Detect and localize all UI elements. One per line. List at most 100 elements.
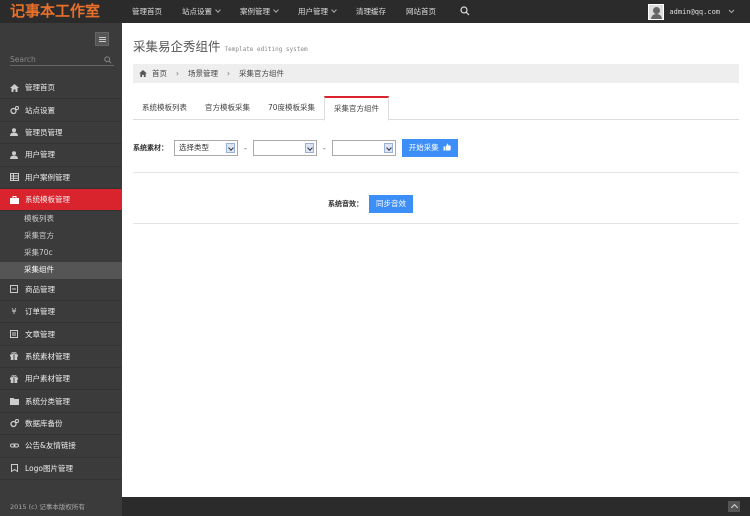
sidebar-item-system-materials[interactable]: 系统素材管理 (0, 346, 122, 369)
box-icon (9, 284, 19, 294)
topnav-item-home[interactable]: 管理首页 (122, 0, 172, 23)
separator-dash: - (322, 143, 326, 153)
app-logo[interactable]: 记事本工作室 (0, 0, 122, 23)
breadcrumb-home[interactable]: 首页 (152, 68, 167, 79)
sidebar-item-notices-links[interactable]: 公告&友情链接 (0, 435, 122, 458)
cogs-icon (9, 419, 19, 429)
bottom-bar (122, 497, 750, 516)
sidebar-submenu: 模板列表 采集官方 采集70c 采集组件 (0, 211, 122, 279)
tab-70-template-collect[interactable]: 70度模板采集 (259, 96, 324, 120)
chevron-down-icon (383, 143, 393, 153)
top-nav: 管理首页 站点设置 案例管理 用户管理 清理缓存 网站首页 (122, 0, 446, 23)
breadcrumb: 首页 › 场景管理 › 采集官方组件 (133, 64, 739, 83)
avatar (648, 3, 665, 20)
sidebar-item-label: 系统模板管理 (25, 195, 70, 205)
topnav-label: 网站首页 (406, 7, 436, 16)
sidebar-item-label: 管理首页 (25, 83, 55, 93)
topnav-label: 案例管理 (240, 7, 270, 16)
sidebar-item-label: 文章管理 (25, 329, 55, 339)
material-label: 系统素材： (133, 144, 168, 152)
category-select[interactable] (252, 140, 317, 156)
sidebar-item-dashboard[interactable]: 管理首页 (0, 77, 122, 100)
subcategory-select[interactable] (331, 140, 396, 156)
user-icon (9, 127, 19, 137)
sidebar-item-db-backup[interactable]: 数据库备份 (0, 413, 122, 436)
tab-collect-official-components[interactable]: 采集官方组件 (324, 96, 390, 121)
user-menu[interactable]: admin@qq.com (648, 0, 750, 23)
tab-system-template-list[interactable]: 系统模板列表 (133, 96, 196, 120)
folder-icon (9, 396, 19, 406)
divider (133, 172, 739, 173)
submenu-item-collect-official[interactable]: 采集官方 (0, 228, 122, 245)
sound-sync-row: 系统音效： 同步音效 (328, 195, 413, 213)
home-icon (9, 83, 19, 93)
sidebar-item-users[interactable]: 用户管理 (0, 144, 122, 167)
sidebar-item-label: 商品管理 (25, 284, 55, 294)
table-icon (9, 172, 19, 182)
user-icon (9, 150, 19, 160)
home-icon (139, 70, 147, 77)
separator-dash: - (244, 143, 247, 153)
sidebar-item-label: Logo图片管理 (25, 463, 73, 473)
chevron-down-icon (728, 9, 735, 14)
sidebar-item-label: 数据库备份 (25, 419, 63, 429)
sidebar-item-label: 系统素材管理 (25, 351, 70, 361)
sidebar-item-admins[interactable]: 管理员管理 (0, 122, 122, 145)
tab-official-template-collect[interactable]: 官方模板采集 (196, 96, 259, 120)
sidebar-item-label: 公告&友情链接 (25, 441, 76, 451)
sidebar-item-label: 订单管理 (25, 307, 55, 317)
submenu-item-collect-70c[interactable]: 采集70c (0, 245, 122, 262)
sidebar-item-logo-images[interactable]: Logo图片管理 (0, 458, 122, 481)
sidebar-item-system-categories[interactable]: 系统分类管理 (0, 390, 122, 413)
submenu-item-template-list[interactable]: 模板列表 (0, 211, 122, 228)
search-icon[interactable] (104, 56, 112, 64)
breadcrumb-scene-management[interactable]: 场景管理 (188, 68, 218, 79)
yen-icon: ¥ (11, 307, 17, 317)
copyright-footer: 2015 (c) 记事本版权所有 (10, 503, 85, 511)
submenu-item-collect-components[interactable]: 采集组件 (0, 261, 122, 279)
type-select[interactable]: 选择类型 (174, 140, 238, 156)
topnav-item-site-home[interactable]: 网站首页 (396, 0, 446, 23)
search-placeholder: Search (10, 55, 36, 64)
menu-toggle-icon[interactable] (95, 32, 109, 46)
topnav-item-site-settings[interactable]: 站点设置 (172, 0, 230, 23)
sidebar: Search 管理首页 站点设置 管理员管理 用户管理 用户案例管理 系统模板管… (0, 23, 127, 516)
sidebar-item-products[interactable]: 商品管理 (0, 279, 122, 301)
sidebar-item-orders[interactable]: ¥ 订单管理 (0, 301, 122, 324)
topnav-item-users[interactable]: 用户管理 (288, 0, 346, 23)
chevron-down-icon (331, 7, 337, 13)
sidebar-item-system-templates[interactable]: 系统模板管理 (0, 188, 127, 212)
sidebar-item-user-materials[interactable]: 用户素材管理 (0, 368, 122, 391)
chevron-down-icon (226, 143, 235, 153)
sidebar-search-input[interactable]: Search (10, 54, 114, 66)
topnav-label: 用户管理 (298, 7, 328, 16)
sidebar-item-label: 用户管理 (25, 150, 55, 160)
sidebar-item-label: 用户案例管理 (25, 172, 70, 182)
chevron-down-icon (273, 7, 279, 13)
sync-sound-button[interactable]: 同步音效 (369, 195, 413, 213)
topnav-item-cases[interactable]: 案例管理 (230, 0, 288, 23)
topnav-label: 清理缓存 (356, 7, 386, 16)
sidebar-item-site-settings[interactable]: 站点设置 (0, 99, 122, 122)
start-collect-button[interactable]: 开始采集 (401, 139, 458, 157)
breadcrumb-current: 采集官方组件 (239, 69, 284, 78)
article-icon (9, 329, 19, 339)
scroll-top-icon[interactable] (728, 501, 740, 512)
sidebar-item-user-cases[interactable]: 用户案例管理 (0, 167, 122, 189)
tab-bar: 系统模板列表 官方模板采集 70度模板采集 采集官方组件 (133, 96, 739, 121)
sound-label: 系统音效： (328, 200, 363, 208)
topnav-label: 站点设置 (182, 7, 212, 16)
user-email: admin@qq.com (669, 7, 720, 16)
topnav-item-clear-cache[interactable]: 清理缓存 (346, 0, 396, 23)
gift-icon (9, 374, 19, 384)
sidebar-item-label: 系统分类管理 (25, 396, 70, 406)
gift-icon (9, 351, 19, 361)
sidebar-item-label: 用户素材管理 (25, 374, 70, 384)
bookmark-icon (9, 463, 19, 473)
search-icon[interactable] (460, 6, 470, 16)
page-title: 采集易企秀组件 Template editing system (133, 36, 308, 55)
sidebar-item-label: 站点设置 (25, 105, 55, 115)
sidebar-item-articles[interactable]: 文章管理 (0, 323, 122, 346)
topnav-label: 管理首页 (132, 7, 162, 16)
briefcase-icon (9, 195, 19, 205)
